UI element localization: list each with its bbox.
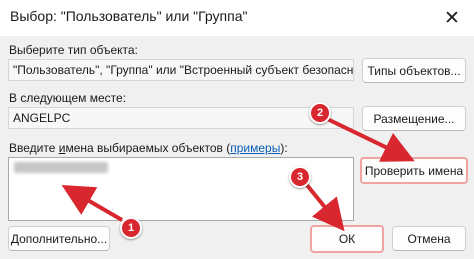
close-button[interactable]: ✕ xyxy=(430,0,474,36)
names-label-rest: мена выбираемых объектов ( xyxy=(65,141,231,155)
object-type-field: "Пользователь", "Группа" или "Встроенный… xyxy=(8,59,354,81)
cancel-button[interactable]: Отмена xyxy=(392,226,466,251)
names-label-prefix: Введите xyxy=(9,141,59,155)
advanced-button[interactable]: Дополнительно... xyxy=(8,226,110,251)
names-label-suffix: ): xyxy=(280,141,288,155)
window-title: Выбор: "Пользователь" или "Группа" xyxy=(10,8,248,24)
object-names-label: Введите имена выбираемых объектов (приме… xyxy=(9,141,288,155)
object-types-button[interactable]: Типы объектов... xyxy=(362,58,466,83)
step-badge-2: 2 xyxy=(309,102,331,124)
locations-button[interactable]: Размещение... xyxy=(362,106,466,131)
advanced-button-label: Дополнительно... xyxy=(10,231,108,246)
close-icon: ✕ xyxy=(444,7,460,29)
location-label: В следующем месте: xyxy=(9,91,127,105)
step-badge-1: 1 xyxy=(120,217,142,239)
check-names-button[interactable]: Проверить имена xyxy=(360,157,468,184)
object-type-value: "Пользователь", "Группа" или "Встроенный… xyxy=(13,63,354,77)
ok-button-label: ОК xyxy=(338,232,356,246)
object-types-button-label: Типы объектов... xyxy=(367,63,461,78)
title-bar: Выбор: "Пользователь" или "Группа" ✕ xyxy=(0,0,474,36)
blurred-entered-name xyxy=(14,162,108,173)
examples-link[interactable]: примеры xyxy=(230,141,280,155)
object-type-label: Выберите тип объекта: xyxy=(9,43,138,57)
locations-button-label: Размещение... xyxy=(373,111,455,126)
cancel-button-label: Отмена xyxy=(407,231,451,246)
step-badge-3: 3 xyxy=(289,166,311,188)
location-field: ANGELPC xyxy=(8,107,354,129)
ok-button[interactable]: ОК xyxy=(310,225,384,253)
check-names-button-label: Проверить имена xyxy=(364,163,464,178)
location-value: ANGELPC xyxy=(13,111,71,125)
